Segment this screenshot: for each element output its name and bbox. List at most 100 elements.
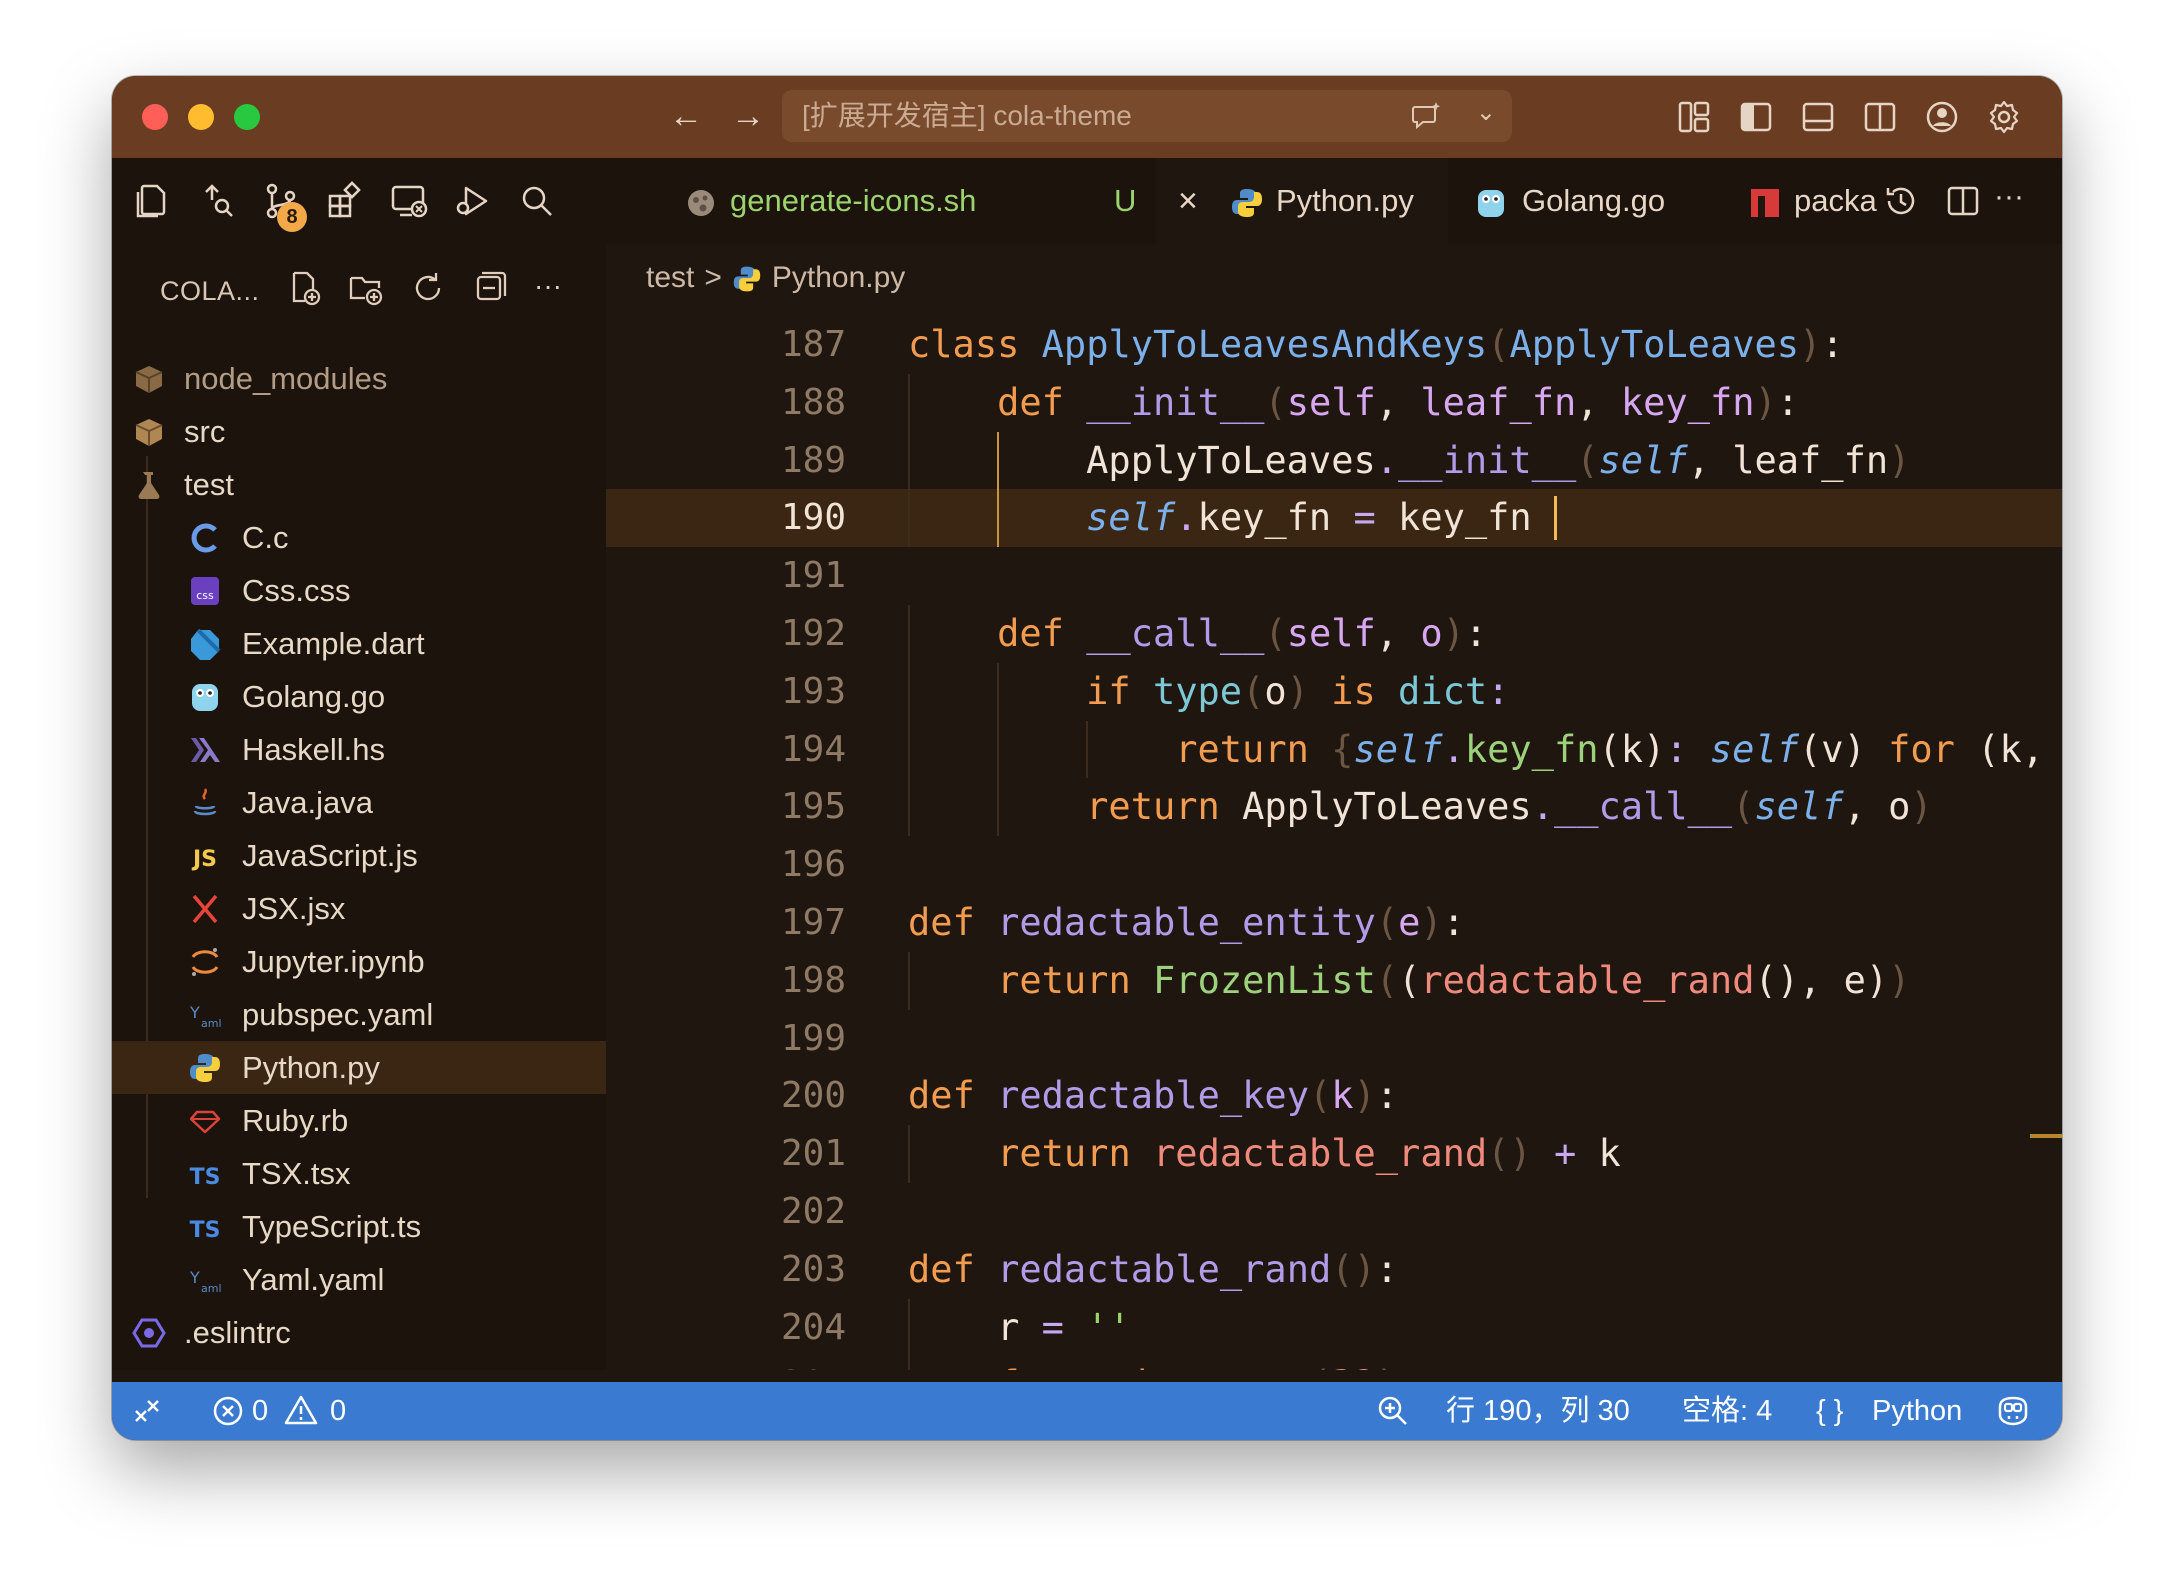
account-icon[interactable]	[1922, 97, 1962, 137]
code-line[interactable]: 193 if type(o) is dict:	[606, 662, 2062, 721]
warning-icon[interactable]	[284, 1394, 318, 1426]
indentation-setting[interactable]: 空格: 4	[1682, 1382, 1772, 1440]
tab-python-py[interactable]: × Python.py	[1156, 158, 1448, 244]
code-line[interactable]: 197 def redactable_entity(e):	[606, 894, 2062, 952]
close-tab-icon[interactable]: ×	[1178, 158, 1198, 244]
indent-guide	[908, 720, 910, 779]
code-line[interactable]: 194 return {self.key_fn(k): self(v) for (…	[606, 720, 2062, 779]
line-number: 205	[606, 1356, 846, 1370]
error-count[interactable]: 0	[252, 1382, 268, 1440]
remote-explorer-icon[interactable]	[388, 180, 430, 222]
breadcrumb-folder[interactable]: test	[646, 261, 694, 294]
code-text: if type(o) is dict:	[1086, 663, 1509, 721]
code-token: )	[1353, 1074, 1376, 1118]
error-icon[interactable]	[212, 1395, 244, 1427]
cursor-position[interactable]: 行 190，列 30	[1446, 1382, 1630, 1440]
tree-item-ruby[interactable]: Ruby.rb	[112, 1094, 606, 1147]
code-lines[interactable]: 187 class ApplyToLeavesAndKeys(ApplyToLea…	[606, 316, 2062, 1370]
code-line[interactable]: 187 class ApplyToLeavesAndKeys(ApplyToLea…	[606, 316, 2062, 374]
back-button[interactable]: ←	[664, 94, 708, 138]
code-line[interactable]: 191	[606, 547, 2062, 605]
collapse-all-icon[interactable]	[470, 268, 510, 308]
tree-item-python[interactable]: Python.py	[112, 1041, 606, 1094]
code-text: def __init__(self, leaf_fn, key_fn):	[997, 374, 1799, 432]
tree-item-dart[interactable]: Example.dart	[112, 617, 606, 670]
more-actions-icon[interactable]: ···	[1994, 180, 2024, 214]
gear-icon[interactable]	[1984, 97, 2024, 137]
new-folder-icon[interactable]	[346, 268, 386, 308]
split-editor-icon[interactable]	[1942, 180, 1984, 222]
toggle-primary-sidebar-icon[interactable]	[1736, 97, 1776, 137]
code-line[interactable]: 190 self.key_fn = key_fn	[606, 489, 2062, 548]
code-token: self	[1709, 727, 1799, 771]
chevron-down-icon[interactable]: ⌄	[1476, 98, 1496, 127]
indent-guide	[908, 373, 910, 432]
code-token: x	[1086, 1363, 1131, 1370]
extensions-icon[interactable]	[324, 180, 366, 222]
remote-indicator-icon[interactable]	[130, 1394, 164, 1428]
new-file-icon[interactable]	[284, 268, 324, 308]
code-line[interactable]: 199	[606, 1010, 2062, 1068]
tree-item-test[interactable]: test	[112, 458, 606, 511]
tab-golang-go[interactable]: Golang.go	[1448, 158, 1728, 244]
code-line[interactable]: 203 def redactable_rand():	[606, 1241, 2062, 1299]
css-icon: css	[191, 577, 219, 605]
copilot-icon[interactable]	[1994, 1393, 2032, 1429]
code-line[interactable]: 188 def __init__(self, leaf_fn, key_fn):	[606, 373, 2062, 432]
tree-item-golang[interactable]: Golang.go	[112, 670, 606, 723]
close-window-button[interactable]	[142, 104, 168, 130]
tree-item-tsx[interactable]: TS TSX.tsx	[112, 1147, 606, 1200]
customize-layout-icon[interactable]	[1674, 97, 1714, 137]
code-line[interactable]: 196	[606, 836, 2062, 894]
code-token: return	[997, 1132, 1154, 1176]
explorer-icon[interactable]	[132, 180, 174, 222]
run-debug-icon[interactable]	[452, 180, 494, 222]
search-replace-icon[interactable]	[196, 180, 238, 222]
command-center[interactable]: [扩展开发宿主] cola-theme ⌄	[782, 90, 1512, 142]
tree-item-node-modules[interactable]: node_modules	[112, 352, 606, 405]
breadcrumb-file[interactable]: Python.py	[772, 261, 905, 294]
code-line[interactable]: 204 r = ''	[606, 1298, 2062, 1357]
text-cursor	[1553, 496, 1557, 541]
warning-count[interactable]: 0	[330, 1382, 346, 1440]
tree-item-css[interactable]: css Css.css	[112, 564, 606, 617]
tree-item-yaml[interactable]: Yaml Yaml.yaml	[112, 1253, 606, 1306]
code-line[interactable]: 195 return ApplyToLeaves.__call__(self, o…	[606, 778, 2062, 837]
title-bar: ← → [扩展开发宿主] cola-theme ⌄	[112, 76, 2062, 158]
tree-item-src[interactable]: src	[112, 405, 606, 458]
tree-item-javascript[interactable]: JS JavaScript.js	[112, 829, 606, 882]
code-editor[interactable]: test > Python.py 187 class ApplyToLeavesAnd…	[606, 244, 2062, 1370]
language-mode[interactable]: Python	[1872, 1382, 1962, 1440]
search-icon[interactable]	[516, 180, 558, 222]
tree-item-java[interactable]: Java.java	[112, 776, 606, 829]
tree-item-typescript[interactable]: TS TypeScript.ts	[112, 1200, 606, 1253]
forward-button[interactable]: →	[726, 94, 770, 138]
tree-item-pubspec[interactable]: Yaml pubspec.yaml	[112, 988, 606, 1041]
tree-item-c[interactable]: C.c	[112, 511, 606, 564]
tree-item-gitignore[interactable]: .gitignore	[112, 1359, 606, 1370]
code-line[interactable]: 192 def __call__(self, o):	[606, 604, 2062, 663]
language-braces-icon[interactable]: { }	[1816, 1382, 1843, 1440]
code-line[interactable]: 189 ApplyToLeaves.__init__(self, leaf_fn)	[606, 431, 2062, 490]
refresh-icon[interactable]	[408, 268, 448, 308]
code-line[interactable]: 198 return FrozenList((redactable_rand(),…	[606, 951, 2062, 1010]
code-line[interactable]: 200 def redactable_key(k):	[606, 1067, 2062, 1125]
zoom-window-button[interactable]	[234, 104, 260, 130]
tree-item-jupyter[interactable]: Jupyter.ipynb	[112, 935, 606, 988]
tab-label: Python.py	[1276, 183, 1414, 218]
code-line[interactable]: 202	[606, 1183, 2062, 1241]
zoom-icon[interactable]	[1376, 1394, 1410, 1428]
toggle-secondary-sidebar-icon[interactable]	[1860, 97, 1900, 137]
code-line[interactable]: 205 for x in range(32):	[606, 1356, 2062, 1370]
code-token: def	[997, 611, 1087, 655]
explorer-more-icon[interactable]: ···	[534, 270, 562, 302]
tree-item-haskell[interactable]: Haskell.hs	[112, 723, 606, 776]
toggle-panel-icon[interactable]	[1798, 97, 1838, 137]
code-line[interactable]: 201 return redactable_rand() + k	[606, 1125, 2062, 1183]
minimize-window-button[interactable]	[188, 104, 214, 130]
tab-generate-icons-sh[interactable]: generate-icons.sh U	[674, 158, 1156, 244]
timeline-history-icon[interactable]	[1880, 180, 1922, 222]
chat-sparkle-icon[interactable]	[1410, 100, 1442, 132]
tree-item-jsx[interactable]: JSX.jsx	[112, 882, 606, 935]
tree-item-eslintrc[interactable]: .eslintrc	[112, 1306, 606, 1359]
